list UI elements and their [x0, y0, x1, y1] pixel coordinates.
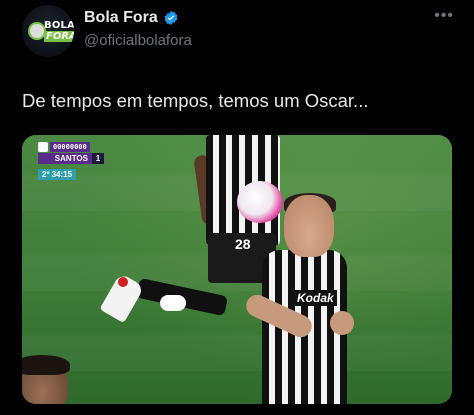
avatar-logo-top: BOLA	[44, 20, 74, 31]
author-name-row: Bola Fora	[84, 9, 179, 27]
scoreboard: 00000000 SANTOS 1 2º 34:15	[38, 142, 104, 182]
scoreboard-score: 1	[92, 153, 104, 164]
player-front: Kodak	[232, 193, 354, 404]
shirt-sponsor: Kodak	[294, 290, 337, 306]
sock-logo	[160, 295, 186, 311]
post-text: De tempos em tempos, temos um Oscar...	[22, 90, 369, 111]
boot-accent	[118, 277, 128, 287]
verified-badge-icon	[164, 11, 178, 25]
scoreboard-team: SANTOS	[38, 153, 92, 164]
more-horizontal-icon[interactable]: •••	[434, 7, 454, 25]
player-head	[284, 195, 334, 257]
post-media[interactable]: 00000000 SANTOS 1 2º 34:15 28 Kodak	[22, 135, 452, 404]
scoreboard-opponent: 00000000	[50, 142, 90, 152]
avatar[interactable]: BOLA FORA	[22, 5, 74, 57]
author-handle[interactable]: @oficialbolafora	[84, 32, 192, 49]
avatar-logo-bottom: FORA	[44, 31, 74, 42]
bystander-hair	[22, 355, 70, 375]
author-display-name[interactable]: Bola Fora	[84, 9, 158, 27]
scoreboard-clock: 2º 34:15	[38, 169, 77, 180]
team-crest-icon	[38, 142, 48, 152]
player-hand	[330, 311, 354, 335]
post-header: BOLA FORA Bola Fora @oficialbolafora •••	[22, 5, 462, 57]
